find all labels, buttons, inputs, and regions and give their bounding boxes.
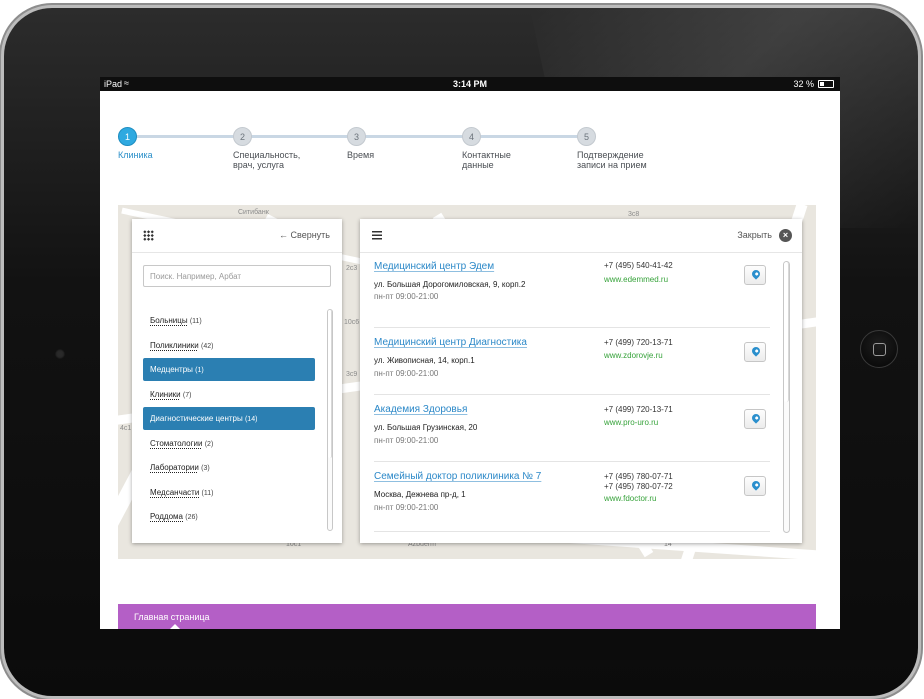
result-item: Семейный доктор поликлиника № 7 Москва, … (374, 462, 770, 532)
step-label: Клиника (118, 150, 153, 160)
result-item: Академия Здоровья ул. Большая Грузинская… (374, 395, 770, 462)
clinic-name-link[interactable]: Семейный доктор поликлиника № 7 (374, 471, 541, 482)
clinic-phones: +7 (495) 540-41-42 (604, 261, 673, 270)
show-on-map-button[interactable] (744, 265, 766, 285)
step-time[interactable]: 3 Время (347, 127, 447, 160)
battery-icon (818, 80, 834, 88)
results-list: Медицинский центр Эдем ул. Большая Дорог… (374, 261, 770, 532)
clinic-address: ул. Большая Грузинская, 20 (374, 423, 478, 432)
clinic-name-link[interactable]: Медицинский центр Диагностика (374, 337, 527, 348)
step-number: 4 (462, 127, 481, 146)
clinic-hours: пн-пт 09:00-21:00 (374, 369, 439, 378)
category-list: Больницы (11) Поликлиники (42) Медцентры… (143, 309, 315, 530)
booking-stepper: 1 Клиника 2 Специальность, врач, услуга … (100, 127, 840, 187)
map-pin-icon (750, 268, 762, 280)
step-contacts[interactable]: 4 Контактные данные (462, 127, 562, 170)
step-label: Специальность, врач, услуга (233, 150, 301, 170)
show-on-map-button[interactable] (744, 476, 766, 496)
step-number: 5 (577, 127, 596, 146)
map-label: 3с9 (346, 371, 358, 378)
show-on-map-button[interactable] (744, 409, 766, 429)
step-clinic[interactable]: 1 Клиника (118, 127, 218, 160)
category-item[interactable]: Лаборатории (3) (143, 456, 315, 479)
step-number: 3 (347, 127, 366, 146)
map-label: 3с8 (628, 211, 640, 218)
clock: 3:14 PM (452, 79, 487, 89)
collapse-button[interactable]: ← Свернуть (279, 230, 330, 240)
show-on-map-button[interactable] (744, 342, 766, 362)
step-label: Время (347, 150, 375, 160)
map-label: Ситибанк (238, 209, 269, 216)
map-pin-icon (750, 412, 762, 424)
grid-icon[interactable] (143, 230, 154, 241)
home-page-link[interactable]: Главная страница (134, 612, 210, 622)
clinic-address: ул. Живописная, 14, корп.1 (374, 356, 475, 365)
clinic-phones: +7 (495) 780-07-71 +7 (495) 780-07-72 (604, 472, 673, 491)
status-bar: iPad ≈ 3:14 PM 32 % (100, 77, 840, 91)
category-item[interactable]: Поликлиники (42) (143, 334, 315, 357)
clinic-website-link[interactable]: www.zdorovje.ru (604, 351, 663, 360)
map-label: 2с3 (346, 265, 358, 272)
map-label: 10с6 (344, 319, 360, 326)
clinic-website-link[interactable]: www.pro-uro.ru (604, 418, 658, 427)
category-item[interactable]: Клиники (7) (143, 383, 315, 406)
results-scrollbar[interactable] (783, 261, 790, 533)
home-square-icon (873, 343, 886, 356)
category-item[interactable]: Диагностические центры (14) (143, 407, 315, 430)
category-panel: ← Свернуть Больницы (11) Поликлиники (42… (132, 219, 342, 543)
category-panel-header: ← Свернуть (132, 219, 342, 253)
clinic-phones: +7 (499) 720-13-71 (604, 405, 673, 414)
close-button[interactable]: Закрыть (737, 230, 772, 240)
result-item: Медицинский центр Диагностика ул. Живопи… (374, 328, 770, 395)
clinic-hours: пн-пт 09:00-21:00 (374, 503, 439, 512)
active-indicator (170, 624, 180, 629)
clinic-hours: пн-пт 09:00-21:00 (374, 436, 439, 445)
clinic-website-link[interactable]: www.edemmed.ru (604, 275, 668, 284)
step-specialty[interactable]: 2 Специальность, врач, услуга (233, 127, 333, 170)
step-label: Подтверждение записи на прием (577, 150, 647, 170)
step-confirmation[interactable]: 5 Подтверждение записи на прием (577, 127, 677, 170)
map-pin-icon (750, 345, 762, 357)
clinic-name-link[interactable]: Медицинский центр Эдем (374, 261, 494, 272)
battery-level: 32 % (793, 79, 814, 89)
scrollbar-thumb[interactable] (328, 310, 332, 458)
step-number: 2 (233, 127, 252, 146)
clinic-address: Москва, Дежнева пр-д, 1 (374, 490, 466, 499)
close-icon[interactable]: × (779, 229, 792, 242)
clinic-hours: пн-пт 09:00-21:00 (374, 292, 439, 301)
results-panel-header: Закрыть × (360, 219, 802, 253)
category-item[interactable]: Больницы (11) (143, 309, 315, 332)
clinic-website-link[interactable]: www.fdoctor.ru (604, 494, 656, 503)
category-item[interactable]: Медцентры (1) (143, 358, 315, 381)
category-item[interactable]: Стоматологии (2) (143, 432, 315, 455)
stage: iPad ≈ 3:14 PM 32 % 1 Клиника 2 Специаль… (0, 0, 924, 699)
footer-bar: Главная страница (118, 604, 816, 629)
list-icon[interactable] (372, 231, 382, 240)
results-panel: Закрыть × Медицинский центр Эдем ул. Бол… (360, 219, 802, 543)
category-item[interactable]: Роддома (26) (143, 505, 315, 528)
camera-icon (55, 349, 65, 359)
scrollbar-thumb[interactable] (784, 262, 789, 402)
screen: iPad ≈ 3:14 PM 32 % 1 Клиника 2 Специаль… (100, 77, 840, 629)
result-item: Медицинский центр Эдем ул. Большая Дорог… (374, 261, 770, 328)
step-number: 1 (118, 127, 137, 146)
clinic-address: ул. Большая Дорогомиловская, 9, корп.2 (374, 280, 526, 289)
home-button[interactable] (860, 330, 898, 368)
map-label: 4с1 (120, 425, 132, 432)
clinic-name-link[interactable]: Академия Здоровья (374, 404, 467, 415)
category-scrollbar[interactable] (327, 309, 333, 531)
search-input[interactable] (143, 265, 331, 287)
clinic-phones: +7 (499) 720-13-71 (604, 338, 673, 347)
step-label: Контактные данные (462, 150, 511, 170)
category-item[interactable]: Медсанчасти (11) (143, 481, 315, 504)
map-pin-icon (750, 479, 762, 491)
